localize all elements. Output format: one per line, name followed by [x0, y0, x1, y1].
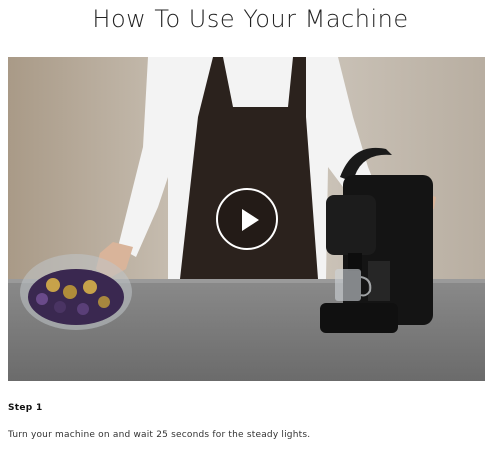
step-description: Turn your machine on and wait 25 seconds… [8, 430, 311, 440]
glass [335, 269, 361, 301]
video-player[interactable] [8, 57, 485, 381]
drip-tray [320, 303, 398, 333]
play-icon [242, 209, 259, 231]
machine-top [326, 195, 376, 255]
play-button[interactable] [216, 188, 278, 250]
step-heading: Step 1 [8, 403, 43, 413]
machine-spout [348, 253, 362, 271]
grille [368, 261, 390, 301]
page-title: How To Use Your Machine [92, 5, 409, 33]
